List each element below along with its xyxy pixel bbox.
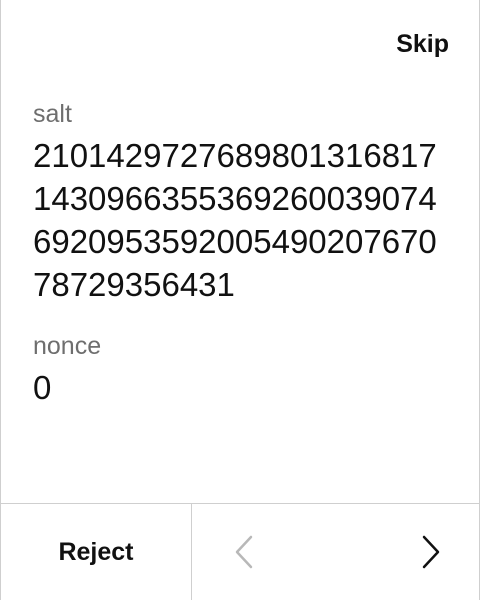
previous-page-button[interactable]: [204, 504, 284, 600]
signing-screen: Skip salt 210142972768980131681714309663…: [0, 0, 480, 600]
chevron-left-icon: [234, 535, 254, 569]
reject-button[interactable]: Reject: [1, 504, 192, 600]
page-navigation: [192, 504, 479, 600]
top-bar: Skip: [1, 0, 479, 96]
next-page-button[interactable]: [391, 504, 471, 600]
nonce-value: 0: [33, 369, 52, 406]
skip-button[interactable]: Skip: [396, 30, 449, 59]
field-list: salt 21014297276898013168171430966355369…: [33, 98, 451, 409]
chevron-right-icon: [421, 535, 441, 569]
salt-value: 2101429727689801316817143096635536926003…: [33, 137, 437, 303]
bottom-bar: Reject: [1, 503, 479, 600]
salt-label: salt: [33, 100, 72, 128]
salt-field: salt 21014297276898013168171430966355369…: [33, 98, 451, 306]
nonce-field: nonce 0: [33, 330, 451, 409]
nonce-label: nonce: [33, 332, 102, 360]
